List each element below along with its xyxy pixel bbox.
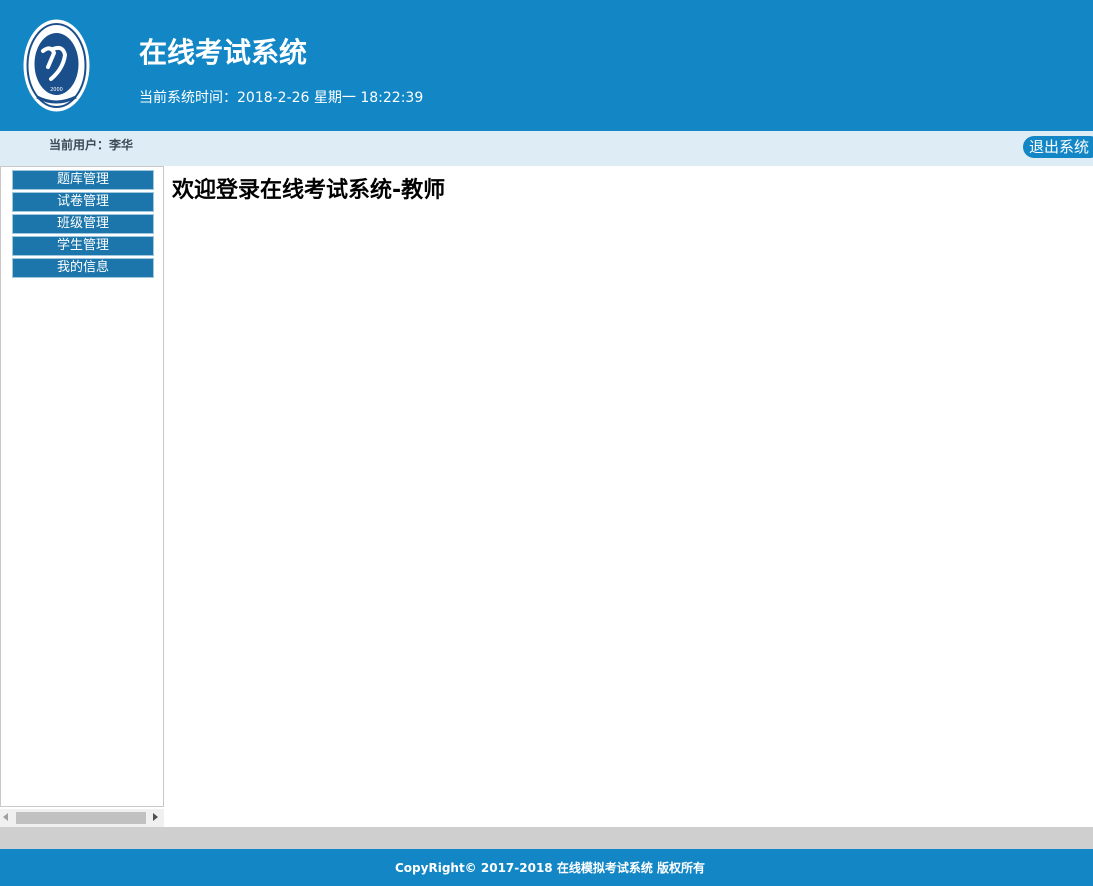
footer-divider-bar [0, 827, 1093, 849]
header: 2000 在线考试系统 当前系统时间：2018-2-26 星期一 18:22:3… [0, 0, 1093, 131]
sidebar-horizontal-scrollbar[interactable] [0, 809, 164, 827]
scroll-left-arrow-icon[interactable] [3, 813, 8, 821]
university-logo-icon: 2000 [23, 19, 90, 112]
app-title: 在线考试系统 [139, 36, 308, 69]
sidebar-item-students[interactable]: 学生管理 [12, 236, 154, 256]
logout-button[interactable]: 退出系统 [1023, 136, 1093, 158]
logo-year: 2000 [50, 87, 63, 93]
sidebar-item-classes[interactable]: 班级管理 [12, 214, 154, 234]
user-bar: 当前用户：李华 退出系统 [0, 131, 1093, 166]
footer: CopyRight© 2017-2018 在线模拟考试系统 版权所有 [0, 849, 1093, 886]
sidebar-item-question-bank[interactable]: 题库管理 [12, 170, 154, 190]
current-user-label: 当前用户：李华 [49, 138, 134, 152]
scroll-right-arrow-icon[interactable] [153, 813, 158, 821]
system-time: 当前系统时间：2018-2-26 星期一 18:22:39 [139, 90, 424, 106]
sidebar-item-my-info[interactable]: 我的信息 [12, 258, 154, 278]
sidebar-item-exam-papers[interactable]: 试卷管理 [12, 192, 154, 212]
copyright-text: CopyRight© 2017-2018 在线模拟考试系统 版权所有 [395, 861, 705, 875]
scroll-thumb[interactable] [16, 812, 146, 824]
sidebar: 题库管理 试卷管理 班级管理 学生管理 我的信息 [0, 166, 164, 807]
welcome-heading: 欢迎登录在线考试系统-教师 [172, 178, 446, 203]
